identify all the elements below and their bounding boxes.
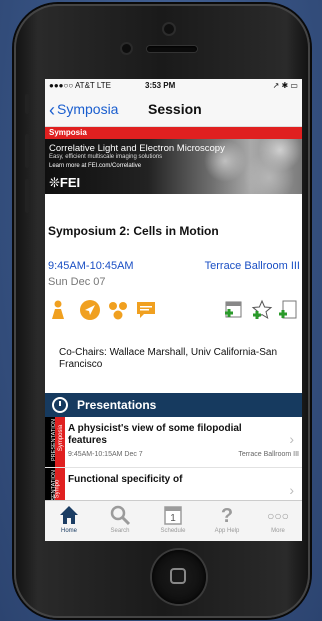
session-time-row: 9:45AM-10:45AM Terrace Ballroom III xyxy=(48,260,300,272)
mute-switch xyxy=(25,94,29,114)
earpiece-speaker xyxy=(147,46,197,52)
tab-home[interactable]: Home xyxy=(49,504,89,534)
fei-logo: ❊FEI xyxy=(49,175,80,191)
presentations-header: Presentations xyxy=(45,393,302,417)
presentation-title: A physicist's view of some filopodial fe… xyxy=(68,423,242,446)
map-pin-person-icon[interactable] xyxy=(47,299,69,321)
tab-schedule[interactable]: 1 Schedule xyxy=(153,504,193,534)
sensor xyxy=(122,44,131,53)
add-note-icon[interactable] xyxy=(277,299,299,321)
help-icon: ? xyxy=(220,505,234,527)
carrier-label: ●●●○○ AT&T LTE xyxy=(49,81,111,90)
fei-logo-text: FEI xyxy=(59,175,81,190)
chevron-right-icon: › xyxy=(289,431,294,447)
status-time: 3:53 PM xyxy=(145,81,176,90)
status-icons: ↗ ✱ ▭ xyxy=(272,81,298,90)
session-title: Symposium 2: Cells in Motion xyxy=(48,224,219,238)
presentation-time: 9:45AM-10:15AM Dec 7 xyxy=(68,451,143,458)
banner-link: Learn more at FEI.com/Correlative xyxy=(49,163,142,169)
presentation-room: Terrace Ballroom III xyxy=(238,451,299,458)
status-bar: ●●●○○ AT&T LTE 3:53 PM ↗ ✱ ▭ xyxy=(45,79,302,92)
more-icon: ○○○ xyxy=(267,509,289,523)
app-screen: ●●●○○ AT&T LTE 3:53 PM ↗ ✱ ▭ ‹ Symposia S… xyxy=(45,79,302,541)
share-icon[interactable] xyxy=(107,299,129,321)
favorite-star-icon[interactable] xyxy=(251,299,273,321)
session-chairs: Co-Chairs: Wallace Marshall, Univ Califo… xyxy=(59,347,278,370)
volume-down-button xyxy=(25,179,29,213)
search-icon xyxy=(100,504,140,528)
section-label: Presentations xyxy=(77,398,157,412)
banner-strip: Symposia xyxy=(45,127,302,139)
presentation-row[interactable]: PRESENTATION Symposia A physicist's view… xyxy=(45,417,302,468)
banner-subtitle: Easy, efficient multiscale imaging solut… xyxy=(49,154,163,160)
home-button[interactable] xyxy=(152,550,206,604)
back-label: Symposia xyxy=(57,101,119,117)
tab-label: Schedule xyxy=(160,528,186,534)
session-time: 9:45AM-10:45AM xyxy=(48,260,134,272)
fei-logo-mark-icon: ❊ xyxy=(49,175,60,190)
front-camera xyxy=(164,24,174,34)
chevron-left-icon: ‹ xyxy=(49,100,55,120)
back-button[interactable]: ‹ Symposia xyxy=(49,100,118,121)
home-icon xyxy=(49,504,89,528)
navigate-icon[interactable] xyxy=(79,299,101,321)
home-button-icon xyxy=(170,568,186,584)
session-date: Sun Dec 07 xyxy=(48,276,106,288)
calendar-day-number: 1 xyxy=(170,513,176,524)
comment-icon[interactable] xyxy=(135,299,157,321)
presentation-type-tag: PRESENTATION Symposia xyxy=(45,417,65,467)
ad-banner[interactable]: Correlative Light and Electron Microscop… xyxy=(45,139,302,194)
action-icons xyxy=(47,299,299,325)
tab-search[interactable]: Search xyxy=(100,504,140,534)
tab-more[interactable]: ○○○ More xyxy=(258,504,298,534)
volume-up-button xyxy=(25,134,29,168)
banner-title: Correlative Light and Electron Microscop… xyxy=(49,143,225,154)
clock-icon xyxy=(52,397,68,413)
tab-label: Search xyxy=(110,528,130,534)
tab-label: App Help xyxy=(214,528,240,534)
tag-category-label: Symposia xyxy=(58,424,65,452)
calendar-icon: 1 xyxy=(153,504,193,528)
navigation-bar: ‹ Symposia Session xyxy=(45,92,302,127)
tab-app-help[interactable]: ? App Help xyxy=(207,504,247,534)
tab-label: Home xyxy=(60,528,77,534)
session-room[interactable]: Terrace Ballroom III xyxy=(205,260,300,272)
page-title: Session xyxy=(148,101,202,117)
chevron-right-icon: › xyxy=(289,482,294,498)
tab-label: More xyxy=(271,528,285,534)
tag-category-label: Sympo xyxy=(54,479,61,499)
presentation-title: Functional specificity of xyxy=(68,474,183,485)
tab-bar: Home Search 1 Schedule ? App Help ○○○ Mo… xyxy=(45,500,302,541)
add-to-schedule-icon[interactable] xyxy=(223,299,245,321)
